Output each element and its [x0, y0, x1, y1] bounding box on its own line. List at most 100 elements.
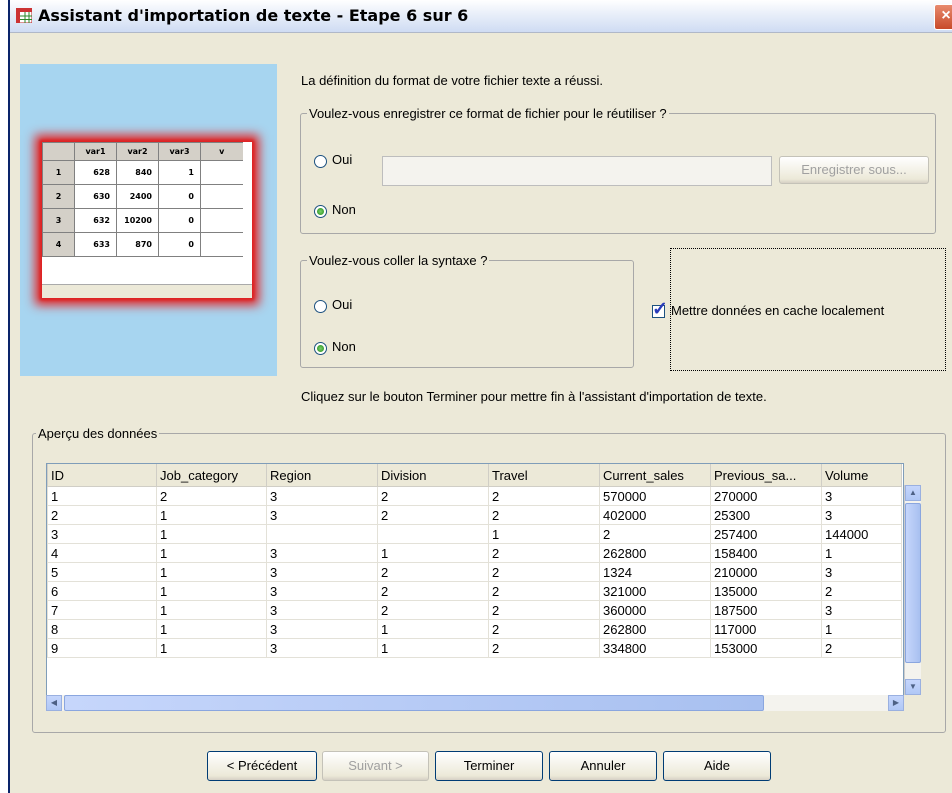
title-bar[interactable]: Assistant d'importation de texte - Etape…: [10, 0, 952, 33]
table-cell[interactable]: 270000: [710, 486, 822, 506]
table-cell[interactable]: 1: [488, 524, 600, 544]
table-cell[interactable]: 3: [266, 562, 378, 582]
scroll-up-icon[interactable]: ▲: [905, 485, 921, 501]
table-cell[interactable]: 1: [821, 543, 902, 563]
table-cell[interactable]: 153000: [710, 638, 822, 658]
table-cell[interactable]: 2: [488, 581, 600, 601]
table-cell[interactable]: 4: [47, 543, 157, 563]
save-as-button[interactable]: Enregistrer sous...: [779, 156, 929, 184]
paste-syntax-no-radio[interactable]: [314, 342, 327, 355]
table-cell[interactable]: 25300: [710, 505, 822, 525]
column-header[interactable]: Division: [377, 464, 489, 487]
table-cell[interactable]: 3: [266, 619, 378, 639]
table-row[interactable]: 9 1 3 1 2 334800 153000 2: [47, 638, 902, 658]
table-cell[interactable]: 2: [488, 486, 600, 506]
table-cell[interactable]: 402000: [599, 505, 711, 525]
table-cell[interactable]: 3: [821, 600, 902, 620]
save-format-no-label[interactable]: Non: [332, 202, 356, 217]
table-cell[interactable]: [377, 524, 489, 544]
finish-button[interactable]: Terminer: [435, 751, 543, 781]
table-cell[interactable]: 321000: [599, 581, 711, 601]
table-cell[interactable]: 1: [156, 619, 267, 639]
table-cell[interactable]: 187500: [710, 600, 822, 620]
table-cell[interactable]: 2: [377, 600, 489, 620]
paste-syntax-no-label[interactable]: Non: [332, 339, 356, 354]
table-cell[interactable]: 2: [377, 505, 489, 525]
table-cell[interactable]: 6: [47, 581, 157, 601]
table-cell[interactable]: 2: [156, 486, 267, 506]
scroll-down-icon[interactable]: ▼: [905, 679, 921, 695]
table-cell[interactable]: [266, 524, 378, 544]
table-cell[interactable]: 3: [266, 638, 378, 658]
next-button[interactable]: Suivant >: [322, 751, 429, 781]
paste-syntax-yes-radio[interactable]: [314, 300, 327, 313]
data-preview-table[interactable]: ID Job_category Region Division Travel C…: [46, 463, 904, 707]
table-row[interactable]: 8 1 3 1 2 262800 117000 1: [47, 619, 902, 639]
table-cell[interactable]: 1: [156, 638, 267, 658]
table-cell[interactable]: 1: [821, 619, 902, 639]
table-cell[interactable]: 334800: [599, 638, 711, 658]
vertical-scroll-thumb[interactable]: [905, 503, 921, 663]
table-cell[interactable]: 3: [266, 600, 378, 620]
table-cell[interactable]: 1: [156, 562, 267, 582]
previous-button[interactable]: < Précédent: [207, 751, 317, 781]
table-cell[interactable]: 9: [47, 638, 157, 658]
table-cell[interactable]: 3: [266, 581, 378, 601]
close-button[interactable]: ×: [934, 4, 952, 30]
table-cell[interactable]: 1: [156, 600, 267, 620]
table-cell[interactable]: 2: [488, 600, 600, 620]
table-cell[interactable]: 1: [47, 486, 157, 506]
table-cell[interactable]: 1: [156, 581, 267, 601]
table-row[interactable]: 4 1 3 1 2 262800 158400 1: [47, 543, 902, 563]
cancel-button[interactable]: Annuler: [549, 751, 657, 781]
save-format-no-radio[interactable]: [314, 205, 327, 218]
table-cell[interactable]: 117000: [710, 619, 822, 639]
table-cell[interactable]: 3: [266, 486, 378, 506]
table-row[interactable]: 1 2 3 2 2 570000 270000 3: [47, 486, 902, 506]
column-header[interactable]: Previous_sa...: [710, 464, 822, 487]
table-cell[interactable]: 570000: [599, 486, 711, 506]
table-row[interactable]: 3 1 1 2 257400 144000: [47, 524, 902, 544]
column-header[interactable]: ID: [47, 464, 157, 487]
table-cell[interactable]: 2: [488, 562, 600, 582]
table-cell[interactable]: 135000: [710, 581, 822, 601]
table-cell[interactable]: 2: [599, 524, 711, 544]
table-cell[interactable]: 5: [47, 562, 157, 582]
column-header[interactable]: Job_category: [156, 464, 267, 487]
scroll-right-icon[interactable]: ▶: [888, 695, 904, 711]
column-header[interactable]: Current_sales: [599, 464, 711, 487]
table-cell[interactable]: 3: [821, 486, 902, 506]
table-row[interactable]: 5 1 3 2 2 1324 210000 3: [47, 562, 902, 582]
column-header[interactable]: Region: [266, 464, 378, 487]
table-cell[interactable]: 8: [47, 619, 157, 639]
table-cell[interactable]: 3: [266, 505, 378, 525]
table-row[interactable]: 6 1 3 2 2 321000 135000 2: [47, 581, 902, 601]
format-file-path-input[interactable]: [382, 156, 772, 186]
table-cell[interactable]: 2: [821, 638, 902, 658]
scroll-left-icon[interactable]: ◀: [46, 695, 62, 711]
vertical-scrollbar[interactable]: ▲ ▼: [904, 485, 921, 695]
table-cell[interactable]: 2: [488, 638, 600, 658]
table-cell[interactable]: 2: [488, 543, 600, 563]
table-cell[interactable]: 1: [156, 524, 267, 544]
table-cell[interactable]: 144000: [821, 524, 902, 544]
table-row[interactable]: 2 1 3 2 2 402000 25300 3: [47, 505, 902, 525]
table-cell[interactable]: 2: [488, 505, 600, 525]
cache-checkbox-label[interactable]: Mettre données en cache localement: [671, 303, 884, 318]
table-row[interactable]: 7 1 3 2 2 360000 187500 3: [47, 600, 902, 620]
table-cell[interactable]: 262800: [599, 619, 711, 639]
table-cell[interactable]: 1: [156, 543, 267, 563]
save-format-yes-radio[interactable]: [314, 155, 327, 168]
save-format-yes-label[interactable]: Oui: [332, 152, 352, 167]
horizontal-scroll-thumb[interactable]: [64, 695, 764, 711]
column-header[interactable]: Volume: [821, 464, 902, 487]
table-cell[interactable]: 7: [47, 600, 157, 620]
table-cell[interactable]: 158400: [710, 543, 822, 563]
table-cell[interactable]: 3: [821, 505, 902, 525]
table-cell[interactable]: 1: [377, 543, 489, 563]
help-button[interactable]: Aide: [663, 751, 771, 781]
table-cell[interactable]: 1: [377, 619, 489, 639]
table-cell[interactable]: 1: [156, 505, 267, 525]
table-cell[interactable]: 2: [377, 486, 489, 506]
table-cell[interactable]: 2: [377, 581, 489, 601]
